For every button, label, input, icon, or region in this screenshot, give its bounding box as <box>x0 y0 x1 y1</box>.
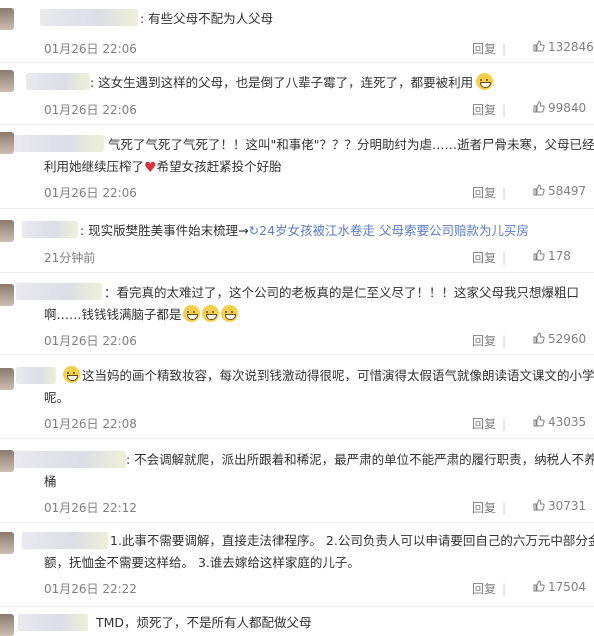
username-blurred[interactable] <box>16 283 102 300</box>
comment-text-line: 桶 <box>44 474 57 489</box>
username-blurred[interactable] <box>18 614 88 631</box>
comment-text: 气死了气死了气死了！！这叫"和事佬"？？？分明助纣为虐……逝者尸骨未寒，父母已经… <box>108 137 594 152</box>
reply-button[interactable]: 回复 | <box>472 184 506 201</box>
comment-text: : 现实版樊胜美事件始末梳理→↻24岁女孩被江水卷走 父母索要公司赔款为儿买房 <box>80 223 530 238</box>
reply-button[interactable]: 回复 | <box>472 415 506 432</box>
reply-button[interactable]: 回复 | <box>472 40 506 57</box>
thumbs-up-icon <box>533 40 545 52</box>
grin-emoji-icon <box>182 305 200 322</box>
avatar[interactable] <box>0 450 14 472</box>
grin-emoji-icon <box>476 73 494 90</box>
username-blurred[interactable] <box>26 73 90 90</box>
grin-emoji-icon <box>220 305 238 322</box>
comment-text: 1.此事不需要调解，直接走法律程序。 2.公司负责人可以申请要回自己的六万元中部… <box>110 533 594 548</box>
comment-text-line: 利用她继续压榨了♥希望女孩赶紧投个好胎 <box>44 156 282 179</box>
comment-time: 21分钟前 <box>44 251 96 265</box>
like-button[interactable]: 58497 <box>533 184 586 198</box>
username-blurred[interactable] <box>16 367 56 384</box>
comment-text-line: 额，抚恤金不需要这样给。 3.谁去嫁给这样家庭的儿子。 <box>44 555 360 570</box>
thumbs-up-icon <box>533 101 545 113</box>
grin-emoji-icon <box>63 366 80 383</box>
comment-text-line: 啊……钱钱钱满脑子都是 <box>44 304 239 326</box>
username-blurred[interactable] <box>14 451 126 468</box>
reply-button[interactable]: 回复 | <box>472 101 506 118</box>
comment-time: 01月26日 22:06 <box>44 42 137 56</box>
thumbs-up-icon <box>533 580 545 592</box>
username-blurred[interactable] <box>14 135 104 152</box>
avatar[interactable] <box>0 532 14 554</box>
comment-item: : 有些父母不配为人父母 01月26日 22:06 回复 | 132846 <box>0 0 594 63</box>
comment-item: 气死了气死了气死了！！这叫"和事佬"？？？分明助纣为虐……逝者尸骨未寒，父母已经… <box>0 124 594 209</box>
grin-emoji-icon <box>201 305 219 322</box>
reply-button[interactable]: 回复 | <box>472 499 506 516</box>
username-blurred[interactable] <box>22 532 108 549</box>
comment-text-line: 呢。 <box>44 390 70 405</box>
comment-text: ：看完真的太难过了，这个公司的老板真的是仁至义尽了！！！这家父母我只想爆粗口 <box>104 285 580 300</box>
like-button[interactable]: 52960 <box>533 332 586 346</box>
comment-time: 01月26日 22:08 <box>44 417 137 431</box>
comment-time: 01月26日 22:06 <box>44 103 137 117</box>
reply-button[interactable]: 回复 | <box>472 249 506 266</box>
comment-item: 1.此事不需要调解，直接走法律程序。 2.公司负责人可以申请要回自己的六万元中部… <box>0 522 594 607</box>
avatar[interactable] <box>0 368 14 390</box>
comment-item: TMD，烦死了，不是所有人都配做父母 <box>0 606 594 636</box>
like-button[interactable]: 132846 <box>533 40 594 54</box>
comment-time: 01月26日 22:22 <box>44 582 137 596</box>
reply-button[interactable]: 回复 | <box>472 580 506 597</box>
like-button[interactable]: 17504 <box>533 580 586 594</box>
avatar[interactable] <box>0 8 14 30</box>
username-blurred[interactable] <box>40 9 138 26</box>
comment-time: 01月26日 22:12 <box>44 501 137 515</box>
comment-text: TMD，烦死了，不是所有人都配做父母 <box>96 615 312 630</box>
like-button[interactable]: 178 <box>533 249 571 263</box>
avatar[interactable] <box>0 132 14 154</box>
thumbs-up-icon <box>533 184 545 196</box>
article-link[interactable]: ↻24岁女孩被江水卷走 父母索要公司赔款为儿买房 <box>249 223 529 238</box>
username-blurred[interactable] <box>22 221 78 238</box>
comment-item: : 现实版樊胜美事件始末梳理→↻24岁女孩被江水卷走 父母索要公司赔款为儿买房 … <box>0 208 594 273</box>
comment-text: 这当妈的画个精致妆容，每次说到钱激动得很呢，可惜演得太假语气就像朗读语文课文的小… <box>62 365 594 387</box>
comment-item: : 不会调解就爬，派出所跟着和稀泥，最严肃的单位不能严肃的履行职责，纳税人不养饭… <box>0 438 594 523</box>
comment-text: : 不会调解就爬，派出所跟着和稀泥，最严肃的单位不能严肃的履行职责，纳税人不养饭 <box>126 452 594 467</box>
thumbs-up-icon <box>533 332 545 344</box>
avatar[interactable] <box>0 70 14 92</box>
thumbs-up-icon <box>533 499 545 511</box>
thumbs-up-icon <box>533 415 545 427</box>
avatar[interactable] <box>0 284 14 306</box>
like-button[interactable]: 99840 <box>533 101 586 115</box>
like-button[interactable]: 43035 <box>533 415 586 429</box>
comment-time: 01月26日 22:06 <box>44 186 137 200</box>
thumbs-up-icon <box>533 249 545 261</box>
broken-heart-icon: ♥ <box>144 160 157 176</box>
comment-item: 这当妈的画个精致妆容，每次说到钱激动得很呢，可惜演得太假语气就像朗读语文课文的小… <box>0 354 594 439</box>
comment-text: : 这女生遇到这样的父母，也是倒了八辈子霉了，连死了，都要被利用 <box>90 72 494 94</box>
comment-item: : 这女生遇到这样的父母，也是倒了八辈子霉了，连死了，都要被利用 01月26日 … <box>0 62 594 125</box>
comment-time: 01月26日 22:06 <box>44 334 137 348</box>
avatar[interactable] <box>0 220 14 242</box>
comment-text: : 有些父母不配为人父母 <box>140 11 274 26</box>
like-button[interactable]: 30731 <box>533 499 586 513</box>
reply-button[interactable]: 回复 | <box>472 332 506 349</box>
comment-item: ：看完真的太难过了，这个公司的老板真的是仁至义尽了！！！这家父母我只想爆粗口 啊… <box>0 272 594 355</box>
